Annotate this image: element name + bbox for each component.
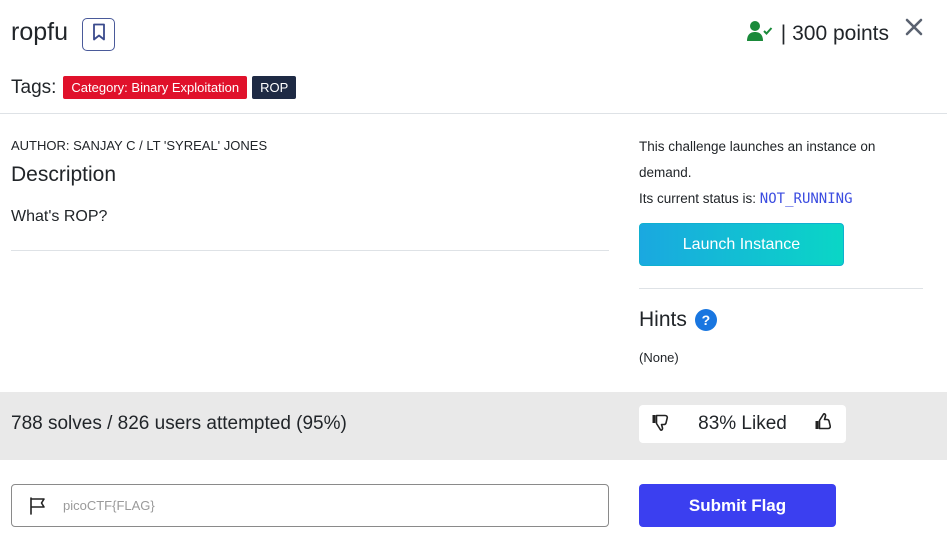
- stats-band: 788 solves / 826 users attempted (95%) 8…: [0, 392, 947, 460]
- status-prefix: Its current status is:: [639, 191, 760, 206]
- close-icon: [905, 18, 923, 41]
- user-check-icon: [746, 20, 773, 48]
- flag-input-container: [11, 484, 609, 527]
- launch-instance-button[interactable]: Launch Instance: [639, 223, 844, 266]
- status-value: NOT_RUNNING: [759, 191, 853, 207]
- tag-rop[interactable]: ROP: [252, 76, 297, 99]
- challenge-title: ropfu: [11, 18, 68, 46]
- flag-input[interactable]: [63, 498, 563, 513]
- tags-label: Tags:: [11, 76, 57, 98]
- bookmark-button[interactable]: [82, 18, 115, 51]
- points-display: | 300 points: [746, 20, 889, 48]
- close-button[interactable]: [902, 17, 926, 41]
- points-text: | 300 points: [780, 22, 889, 45]
- instance-status-line: Its current status is: NOT_RUNNING: [639, 186, 899, 212]
- hints-heading: Hints ?: [639, 308, 717, 332]
- instance-info: This challenge launches an instance on d…: [639, 134, 899, 212]
- liked-percentage: 83% Liked: [698, 413, 787, 434]
- description-body: What's ROP?: [11, 208, 108, 225]
- divider: [11, 250, 609, 251]
- solves-text: 788 solves / 826 users attempted (95%): [11, 413, 347, 434]
- submit-flag-button[interactable]: Submit Flag: [639, 484, 836, 527]
- challenge-header: ropfu | 300 points Tags: Category: Binar…: [0, 0, 947, 114]
- bookmark-icon: [92, 23, 106, 46]
- author-text: AUTHOR: SANJAY C / LT 'SYREAL' JONES: [11, 138, 268, 153]
- divider: [639, 288, 923, 289]
- thumbs-up-icon[interactable]: [814, 412, 834, 437]
- like-widget: 83% Liked: [639, 405, 846, 443]
- thumbs-down-icon[interactable]: [651, 412, 671, 437]
- instance-launch-text: This challenge launches an instance on d…: [639, 139, 876, 180]
- hints-content: (None): [639, 350, 679, 365]
- flag-icon: [29, 496, 47, 515]
- hints-title: Hints: [639, 308, 687, 331]
- tags-row: Tags: Category: Binary Exploitation ROP: [11, 76, 301, 99]
- description-heading: Description: [11, 163, 117, 186]
- tag-category[interactable]: Category: Binary Exploitation: [63, 76, 248, 99]
- help-icon[interactable]: ?: [694, 309, 717, 331]
